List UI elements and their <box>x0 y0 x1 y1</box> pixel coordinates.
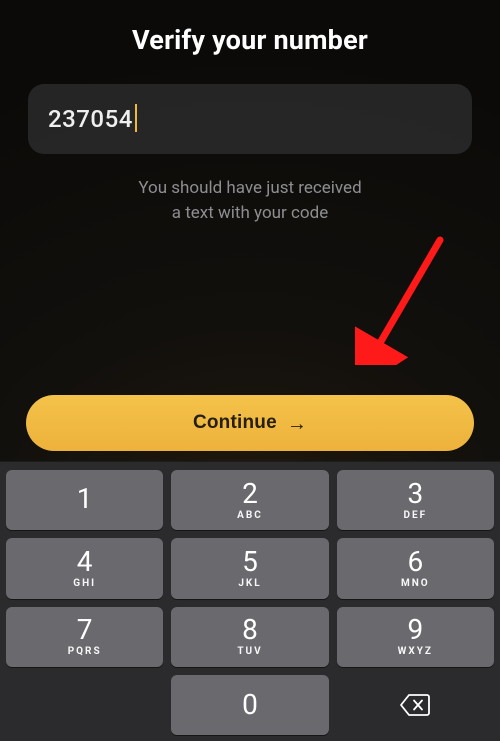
key-5[interactable]: 5 JKL <box>171 538 328 598</box>
continue-label: Continue <box>193 412 277 434</box>
key-letters: MNO <box>401 578 430 589</box>
key-letters: DEF <box>404 510 428 521</box>
key-6[interactable]: 6 MNO <box>337 538 494 598</box>
numeric-keypad: 1 2 ABC 3 DEF 4 GHI 5 JKL 6 MNO 7 PQRS 8 <box>0 461 500 741</box>
key-digit: 1 <box>77 485 93 513</box>
key-digit: 7 <box>77 616 93 644</box>
key-letters: PQRS <box>68 646 102 657</box>
key-letters: JKL <box>238 578 261 589</box>
key-digit: 5 <box>242 548 258 576</box>
key-2[interactable]: 2 ABC <box>171 470 328 530</box>
key-letters: WXYZ <box>398 646 433 657</box>
key-letters: GHI <box>73 578 96 589</box>
backspace-icon <box>400 694 430 716</box>
key-0[interactable]: 0 <box>171 675 328 735</box>
help-line-2: a text with your code <box>138 201 361 226</box>
help-line-1: You should have just received <box>138 176 361 201</box>
key-digit: 9 <box>407 616 423 644</box>
code-value: 237054 <box>48 105 133 133</box>
key-9[interactable]: 9 WXYZ <box>337 607 494 667</box>
key-backspace[interactable] <box>337 675 494 735</box>
key-7[interactable]: 7 PQRS <box>6 607 163 667</box>
continue-button[interactable]: Continue → <box>26 395 474 451</box>
key-letters: TUV <box>237 646 262 657</box>
page-title: Verify your number <box>132 24 368 56</box>
code-input[interactable]: 237054 <box>28 84 472 154</box>
key-3[interactable]: 3 DEF <box>337 470 494 530</box>
help-text: You should have just received a text wit… <box>138 176 361 225</box>
key-digit: 8 <box>242 616 258 644</box>
key-digit: 2 <box>242 480 258 508</box>
key-digit: 0 <box>242 691 258 719</box>
key-digit: 4 <box>77 548 93 576</box>
key-4[interactable]: 4 GHI <box>6 538 163 598</box>
key-digit: 3 <box>407 480 423 508</box>
arrow-right-icon: → <box>287 413 307 436</box>
key-digit: 6 <box>407 548 423 576</box>
key-8[interactable]: 8 TUV <box>171 607 328 667</box>
text-caret <box>135 104 137 132</box>
key-letters: ABC <box>237 510 263 521</box>
key-blank <box>6 675 163 735</box>
key-1[interactable]: 1 <box>6 470 163 530</box>
